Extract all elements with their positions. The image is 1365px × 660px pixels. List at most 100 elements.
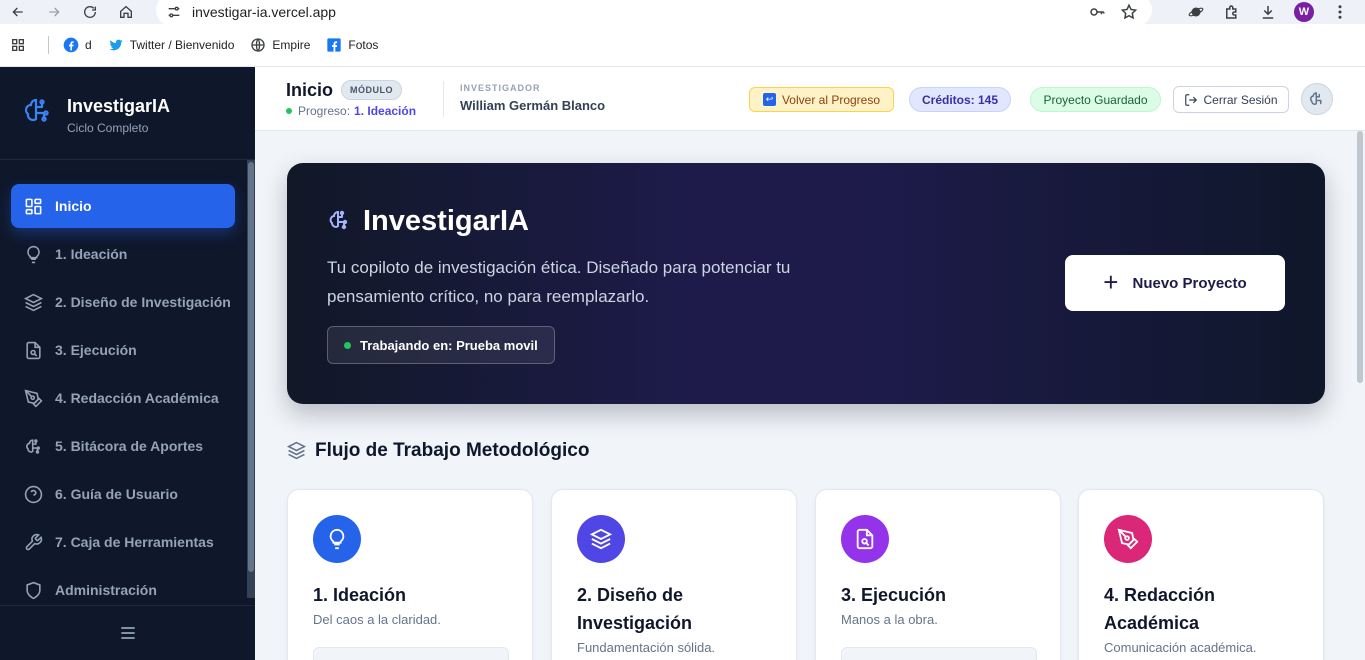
twitter-icon (109, 39, 123, 51)
bookmark-label: d (85, 38, 92, 52)
brain-icon (1309, 92, 1322, 106)
sidebar-item-bitacora[interactable]: 5. Bitácora de Aportes (11, 424, 235, 468)
card-subtitle: Del caos a la claridad. (313, 612, 441, 627)
workflow-card-diseno[interactable]: 2. Diseño de Investigación Fundamentació… (551, 489, 797, 660)
bookmark-facebook-d[interactable]: d (63, 37, 92, 53)
address-bar[interactable]: investigar-ia.vercel.app (156, 0, 1152, 26)
status-dot (344, 341, 351, 349)
arrow-right-icon (49, 7, 60, 17)
card-footer (313, 647, 509, 660)
sidebar-item-label: 4. Redacción Académica (55, 390, 219, 406)
bookmark-fotos[interactable]: Fotos (326, 37, 378, 53)
brain-logo-icon (329, 210, 348, 230)
download-icon (1262, 6, 1274, 19)
brain-icon (23, 436, 43, 456)
bookmark-label: Empire (272, 38, 311, 52)
profile-button[interactable]: W (1289, 2, 1319, 22)
header-divider (443, 81, 444, 117)
volver-al-progreso-button[interactable]: ↩ Volver al Progreso (749, 87, 894, 112)
progress-indicator: Progreso: 1. Ideación (286, 104, 416, 118)
browser-menu-button[interactable] (1325, 2, 1355, 22)
apps-grid-icon (12, 39, 24, 51)
file-search-icon (841, 515, 889, 563)
forward-button[interactable] (36, 0, 72, 24)
sidebar-nav: Inicio 1. Ideación 2. Diseño de Investig… (0, 184, 247, 616)
sidebar-item-diseno[interactable]: 2. Diseño de Investigación (11, 280, 235, 324)
help-circle-icon (23, 484, 43, 504)
project-saved-badge: Proyecto Guardado (1030, 87, 1161, 112)
extensions-button[interactable] (1217, 2, 1247, 22)
brain-logo-icon (24, 98, 49, 122)
layers-icon (287, 441, 306, 460)
bookmarks-bar: d Twitter / Bienvenido Empire Fotos (0, 24, 1365, 67)
apps-button[interactable] (10, 37, 26, 53)
workflow-card-redaccion[interactable]: 4. Redacción Académica Comunicación acad… (1078, 489, 1324, 660)
main-scrollbar[interactable] (1355, 131, 1365, 660)
module-badge: MÓDULO (341, 80, 402, 100)
sidebar-item-label: 2. Diseño de Investigación (55, 294, 231, 310)
bookmark-label: Fotos (348, 38, 379, 52)
wrench-icon (23, 532, 43, 552)
sidebar-item-label: 7. Caja de Herramientas (55, 534, 214, 550)
sidebar-item-redaccion[interactable]: 4. Redacción Académica (11, 376, 235, 420)
card-subtitle: Manos a la obra. (841, 612, 938, 627)
logout-button[interactable]: Cerrar Sesión (1173, 86, 1289, 113)
home-button[interactable] (108, 0, 144, 24)
downloads-button[interactable] (1253, 2, 1283, 22)
sidebar-menu-toggle[interactable] (0, 605, 255, 660)
sidebar-item-label: 5. Bitácora de Aportes (55, 438, 204, 454)
globe-icon (251, 38, 266, 52)
sidebar-item-guia[interactable]: 6. Guía de Usuario (11, 472, 235, 516)
star-icon[interactable] (1120, 3, 1138, 21)
current-project-chip[interactable]: Trabajando en: Prueba movil (327, 326, 555, 364)
bookmark-empire[interactable]: Empire (250, 37, 310, 53)
url-text[interactable]: investigar-ia.vercel.app (192, 4, 336, 20)
lightbulb-icon (23, 244, 43, 264)
layers-icon (577, 515, 625, 563)
plus-icon: + (1103, 266, 1119, 297)
investigator-label: INVESTIGADOR (460, 83, 541, 93)
progress-status-dot (286, 108, 292, 114)
facebook-square-icon (327, 38, 342, 52)
bookmark-twitter[interactable]: Twitter / Bienvenido (108, 37, 235, 53)
workflow-card-ejecucion[interactable]: 3. Ejecución Manos a la obra. (815, 489, 1061, 660)
sidebar-scrollbar-thumb[interactable] (248, 162, 254, 572)
back-button[interactable] (0, 0, 36, 24)
hero-title: InvestigarIA (363, 205, 529, 237)
facebook-icon (63, 37, 79, 53)
workflow-card-ideacion[interactable]: 1. Ideación Del caos a la claridad. (287, 489, 533, 660)
pen-tool-icon (23, 388, 43, 408)
card-subtitle: Comunicación académica. (1104, 640, 1257, 655)
arrow-left-icon (12, 7, 23, 17)
main-scrollbar-thumb[interactable] (1357, 131, 1363, 383)
reload-button[interactable] (72, 0, 108, 24)
progress-label: Progreso: (298, 104, 351, 118)
hero-description: Tu copiloto de investigación ética. Dise… (327, 258, 791, 306)
reload-icon (84, 6, 96, 18)
logout-icon (1185, 93, 1198, 106)
sidebar-scrollbar[interactable] (247, 160, 255, 598)
site-settings-icon[interactable] (166, 4, 182, 20)
new-project-button[interactable]: + Nuevo Proyecto (1065, 255, 1285, 311)
new-project-label: Nuevo Proyecto (1132, 274, 1247, 292)
layers-icon (23, 292, 43, 312)
brand-subtitle: Ciclo Completo (67, 121, 149, 135)
sidebar-item-ideacion[interactable]: 1. Ideación (11, 232, 235, 276)
progress-value: 1. Ideación (354, 104, 417, 118)
workflow-section-title: Flujo de Trabajo Metodológico (315, 440, 590, 461)
card-footer (841, 647, 1037, 660)
sidebar-item-herramientas[interactable]: 7. Caja de Herramientas (11, 520, 235, 564)
shield-icon (23, 580, 43, 600)
key-icon[interactable] (1088, 3, 1106, 21)
card-subtitle: Fundamentación sólida. (577, 640, 716, 655)
sidebar-item-label: 1. Ideación (55, 246, 128, 262)
user-avatar-button[interactable] (1301, 83, 1333, 115)
profile-avatar: W (1294, 2, 1314, 22)
bookmark-label: Twitter / Bienvenido (129, 38, 235, 52)
extension-planet-button[interactable] (1181, 2, 1211, 22)
credits-badge: Créditos: 145 (909, 87, 1011, 112)
home-icon (120, 5, 132, 18)
sidebar-brand[interactable]: InvestigarIA Ciclo Completo (0, 67, 255, 160)
sidebar-item-inicio[interactable]: Inicio (11, 184, 235, 228)
sidebar-item-ejecucion[interactable]: 3. Ejecución (11, 328, 235, 372)
